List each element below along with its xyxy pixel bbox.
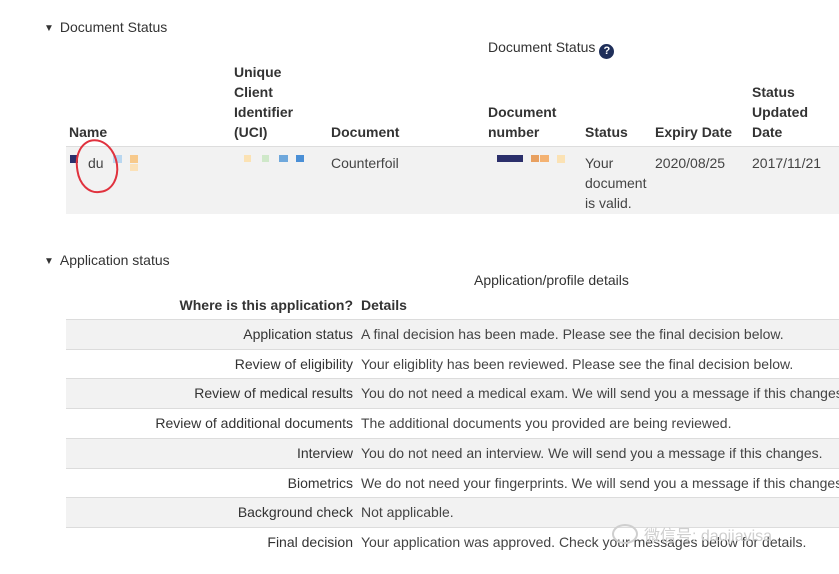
document-status-toggle-label: Document Status bbox=[59, 19, 168, 35]
app-row-detail: We do not need your fingerprints. We wil… bbox=[361, 474, 839, 491]
app-row-label: Interview bbox=[296, 444, 353, 461]
app-row-label: Final decision bbox=[267, 533, 353, 550]
application-table-row: Biometrics We do not need your fingerprin… bbox=[66, 467, 839, 498]
row-status-updated-value: 2017/11/21 bbox=[752, 155, 822, 171]
application-table-caption: Application/profile details bbox=[474, 272, 629, 288]
col-header-document-number: Document number bbox=[488, 104, 557, 140]
app-row-detail: A final decision has been made. Please s… bbox=[361, 326, 784, 342]
redaction-block bbox=[130, 164, 138, 171]
watermark-text: 微信号: daojiavisa bbox=[644, 528, 773, 545]
app-header-where: Where is this application? bbox=[179, 297, 353, 313]
col-header-document: Document bbox=[331, 124, 400, 140]
document-status-toggle[interactable]: ▼ Document Status bbox=[44, 19, 167, 35]
application-status-toggle-label: Application status bbox=[59, 252, 170, 268]
redaction-block bbox=[296, 155, 304, 162]
app-row-label: Review of additional documents bbox=[155, 415, 353, 432]
app-header-details: Details bbox=[361, 297, 407, 313]
application-table-row: Review of medical results You do not need… bbox=[66, 378, 839, 409]
collapse-triangle-icon: ▼ bbox=[44, 23, 54, 34]
application-status-toggle[interactable]: ▼ Application status bbox=[44, 252, 170, 268]
app-row-label: Review of eligibility bbox=[234, 355, 353, 372]
app-row-label: Biometrics bbox=[287, 474, 353, 491]
col-header-name: Name bbox=[69, 124, 108, 140]
document-table-caption: Document Status? bbox=[488, 39, 615, 59]
question-circle-icon[interactable]: ? bbox=[599, 44, 615, 59]
app-row-detail: You do not need a medical exam. We will … bbox=[361, 385, 839, 402]
redaction-block bbox=[279, 155, 288, 162]
redaction-block bbox=[557, 155, 565, 163]
app-row-label: Review of medical results bbox=[194, 385, 353, 402]
redaction-block bbox=[262, 155, 269, 162]
app-row-detail: You do not need an interview. We will se… bbox=[361, 444, 823, 461]
watermark: 微信号: daojiavisa bbox=[612, 522, 772, 546]
redaction-block bbox=[531, 155, 539, 162]
application-table-row: Interview You do not need an interview. W… bbox=[66, 437, 839, 468]
app-row-label: Application status bbox=[243, 326, 353, 342]
col-header-status-updated-date: Status Updated Date bbox=[752, 84, 808, 140]
redaction-block bbox=[497, 155, 523, 162]
application-table-row: Review of additional documents The additi… bbox=[66, 408, 839, 438]
app-row-detail: The additional documents you provided ar… bbox=[361, 415, 732, 432]
app-row-detail: Not applicable. bbox=[361, 504, 454, 521]
col-header-uci: Unique Client Identifier (UCI) bbox=[234, 64, 294, 140]
redaction-block bbox=[130, 155, 138, 163]
col-header-expiry-date: Expiry Date bbox=[655, 124, 733, 140]
redaction-block bbox=[540, 155, 549, 162]
app-row-label: Background check bbox=[237, 504, 353, 521]
document-table-caption-text: Document Status bbox=[488, 39, 596, 55]
wechat-icon bbox=[612, 524, 638, 544]
col-header-status: Status bbox=[585, 124, 628, 140]
row-expiry-date-value: 2020/08/25 bbox=[655, 155, 726, 171]
application-table-row: Review of eligibility Your eligiblity has… bbox=[66, 348, 839, 379]
row-status-value: Your document is valid. bbox=[585, 155, 647, 211]
application-table-row: Application status A final decision has b… bbox=[66, 319, 839, 349]
app-row-detail: Your eligiblity has been reviewed. Pleas… bbox=[361, 355, 794, 372]
collapse-triangle-icon: ▼ bbox=[44, 256, 54, 267]
redaction-block bbox=[244, 155, 251, 162]
row-document-value: Counterfoil bbox=[331, 155, 399, 171]
